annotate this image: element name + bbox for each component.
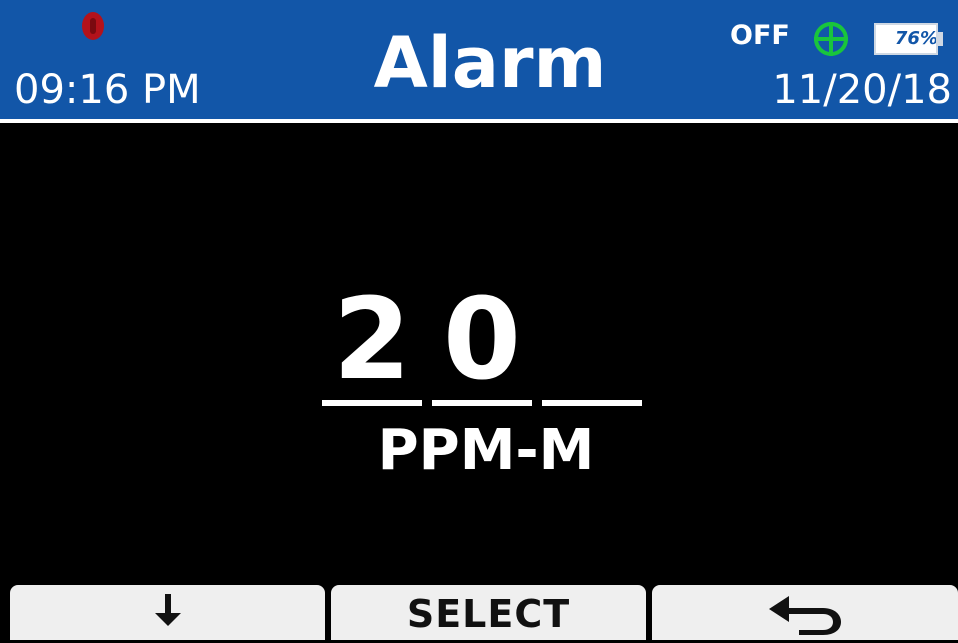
select-button-label: SELECT: [406, 592, 571, 636]
battery-shell: 76%: [874, 23, 938, 55]
digit-2[interactable]: 0: [432, 280, 532, 400]
screen-title: Alarm: [373, 22, 607, 104]
battery-icon: 76%: [874, 23, 943, 55]
unit-label: PPM-M: [377, 418, 595, 483]
digit-1[interactable]: 2: [322, 280, 422, 400]
header-bar: 09:16 PM Alarm OFF 76% 11/20/18: [0, 0, 958, 119]
softkey-down[interactable]: [10, 585, 325, 640]
record-status-icon: [82, 12, 104, 40]
digit-slot-2: [432, 400, 532, 406]
battery-percent: 76%: [894, 28, 938, 49]
digit-slot-3: [542, 400, 642, 406]
softkey-back[interactable]: [652, 585, 958, 640]
return-arrow-icon: [769, 596, 841, 635]
softkey-select[interactable]: SELECT: [331, 585, 646, 640]
gps-status-text: OFF: [730, 20, 790, 51]
arrow-down-icon: [154, 594, 181, 626]
clock-time: 09:16 PM: [14, 67, 201, 113]
current-date: 11/20/18: [772, 67, 952, 113]
gps-crosshair-icon: [814, 22, 848, 56]
digit-slot-1: [322, 400, 422, 406]
header-divider: [0, 119, 958, 123]
battery-tip: [938, 32, 943, 46]
alarm-value-editor: 2 0 PPM-M: [322, 280, 652, 483]
